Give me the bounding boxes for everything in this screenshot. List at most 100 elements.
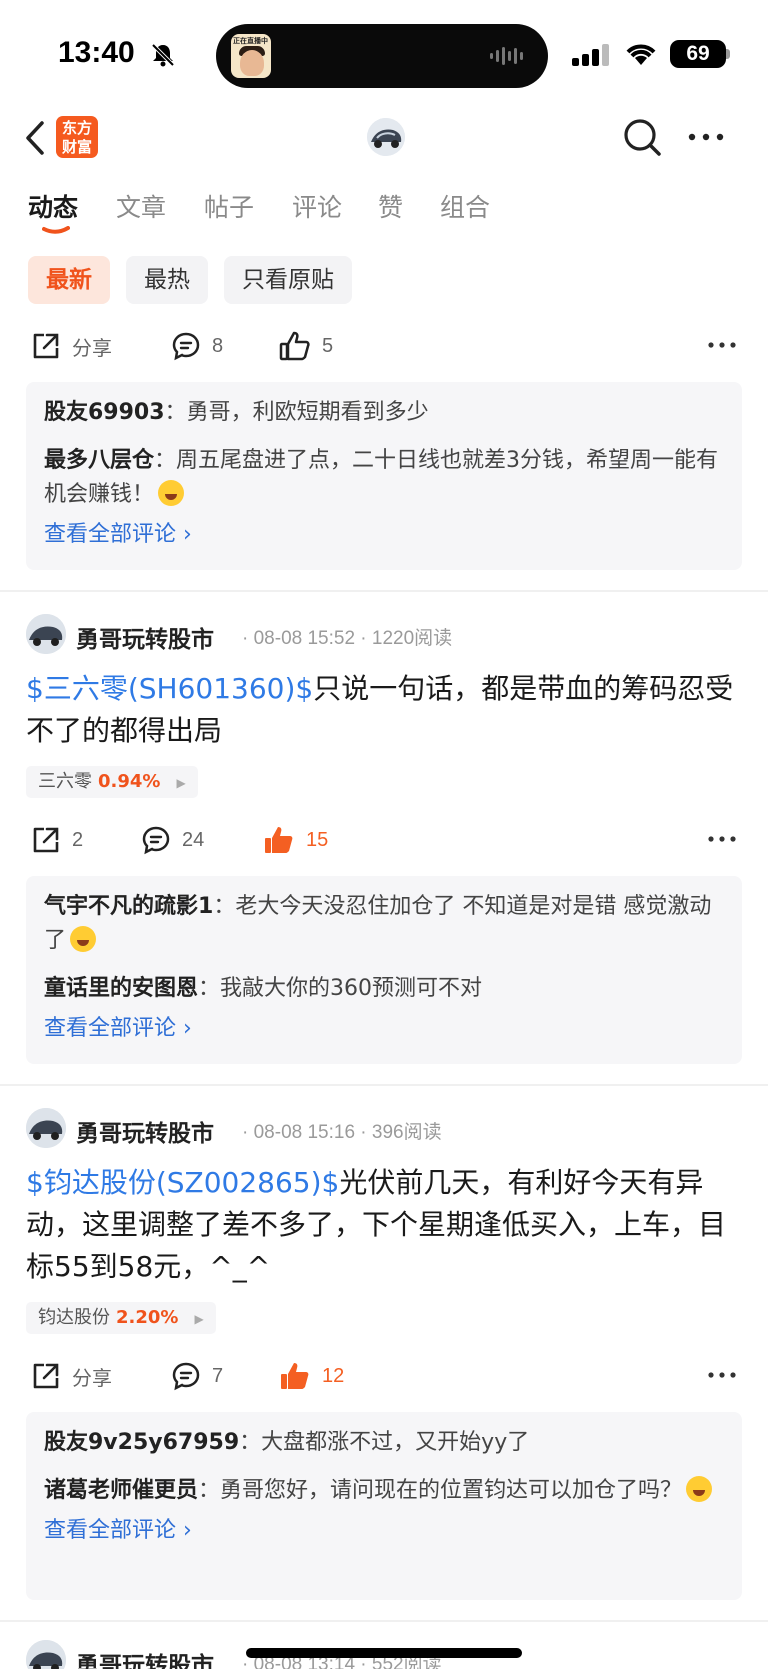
- author-avatar[interactable]: [26, 614, 66, 654]
- avatar-car-icon: [26, 614, 66, 654]
- tab-comments[interactable]: 评论: [292, 188, 342, 224]
- wifi-icon: [626, 44, 656, 65]
- comment-count: 24: [182, 828, 205, 851]
- comment-icon: [172, 1362, 200, 1391]
- stock-change: 2.20%: [116, 1307, 179, 1328]
- author-name[interactable]: 勇哥玩转股市: [76, 620, 214, 654]
- comment-item[interactable]: 童话里的安图恩：我敲大你的360预测可不对: [44, 972, 724, 1006]
- comment-button[interactable]: 8: [170, 324, 223, 368]
- filter-latest[interactable]: 最新: [28, 256, 110, 304]
- comment-item[interactable]: 股友69903：勇哥，利欧短期看到多少: [44, 396, 724, 430]
- comment-preview: 股友9v25y67959：大盘都涨不过，又开始yy了 诸葛老师催更员：勇哥您好，…: [26, 1412, 742, 1600]
- post-content[interactable]: $钧达股份(SZ002865)$光伏前几天，有利好今天有异动，这里调整了差不多了…: [26, 1162, 738, 1288]
- post-more-icon[interactable]: [708, 1372, 736, 1378]
- post-header: 勇哥玩转股市 · 08-08 15:16 · 396阅读: [26, 1108, 742, 1148]
- post-actions: 分享 8 5: [0, 324, 768, 368]
- stock-name: 钧达股份: [38, 1307, 110, 1328]
- comment-user[interactable]: 气宇不凡的疏影1: [44, 894, 213, 919]
- live-label: 正在直播中: [233, 37, 268, 45]
- comment-button[interactable]: 24: [140, 818, 204, 862]
- tab-articles[interactable]: 文章: [116, 188, 166, 224]
- divider: [0, 590, 768, 592]
- author-name[interactable]: 勇哥玩转股市: [76, 1114, 214, 1148]
- comment-item[interactable]: 股友9v25y67959：大盘都涨不过，又开始yy了: [44, 1426, 724, 1460]
- share-icon: [33, 827, 59, 853]
- thumbs-up-filled-icon: [281, 1363, 309, 1389]
- tab-portfolio[interactable]: 组合: [440, 188, 490, 224]
- home-indicator[interactable]: [246, 1648, 522, 1658]
- comment-user[interactable]: 股友9v25y67959: [44, 1430, 239, 1455]
- comment-icon: [142, 826, 170, 855]
- laugh-cry-emoji-icon: [158, 480, 185, 506]
- audio-wave-icon: [490, 47, 523, 65]
- author-name[interactable]: 勇哥玩转股市: [76, 1646, 214, 1669]
- post-content[interactable]: $三六零(SH601360)$只说一句话，都是带血的筹码忍受不了的都得出局: [26, 668, 738, 752]
- comment-user[interactable]: 最多八层仓: [44, 448, 154, 473]
- comment-count: 7: [212, 1364, 224, 1387]
- divider: [0, 1620, 768, 1622]
- stock-name: 三六零: [38, 771, 92, 792]
- filter-hot[interactable]: 最热: [126, 256, 208, 304]
- comment-text: 勇哥，利欧短期看到多少: [186, 400, 429, 425]
- search-icon[interactable]: [622, 117, 662, 157]
- status-bar: 13:40 正在直播中 69: [0, 0, 768, 110]
- back-icon[interactable]: [24, 120, 48, 156]
- comment-button[interactable]: 7: [170, 1354, 223, 1398]
- stock-link[interactable]: $三六零(SH601360)$: [26, 672, 313, 705]
- like-button[interactable]: 15: [262, 818, 328, 862]
- like-count: 15: [306, 828, 329, 851]
- like-button[interactable]: 12: [278, 1354, 344, 1398]
- view-all-comments-link[interactable]: 查看全部评论 ›: [44, 1012, 724, 1046]
- post-header: 勇哥玩转股市 · 08-08 15:52 · 1220阅读: [26, 614, 742, 654]
- post-more-icon[interactable]: [708, 836, 736, 842]
- profile-avatar[interactable]: [367, 118, 405, 156]
- post-actions: 分享 7 12: [0, 1354, 768, 1398]
- thumbs-up-icon: [279, 331, 310, 361]
- tab-active-indicator: [42, 226, 70, 234]
- live-thumbnail: 正在直播中: [231, 34, 271, 78]
- tab-dynamic[interactable]: 动态: [28, 188, 78, 224]
- tab-likes[interactable]: 赞: [378, 188, 403, 224]
- avatar-car-icon: [26, 1108, 66, 1148]
- comment-user[interactable]: 股友69903: [44, 400, 165, 425]
- share-icon: [33, 1363, 59, 1389]
- post-more-icon[interactable]: [708, 342, 736, 348]
- share-button[interactable]: 分享: [30, 1354, 112, 1398]
- tab-posts[interactable]: 帖子: [204, 188, 254, 224]
- play-arrow-icon: ▶: [176, 776, 186, 790]
- view-all-comments-link[interactable]: 查看全部评论 ›: [44, 1514, 724, 1548]
- dynamic-island[interactable]: 正在直播中: [216, 24, 548, 88]
- author-avatar[interactable]: [26, 1108, 66, 1148]
- share-label: 分享: [72, 337, 112, 360]
- tab-bar: 动态 文章 帖子 评论 赞 组合: [0, 184, 768, 234]
- view-all-comments-link[interactable]: 查看全部评论 ›: [44, 518, 724, 552]
- stock-change: 0.94%: [98, 771, 161, 792]
- comment-count: 8: [212, 334, 224, 357]
- share-label: 分享: [72, 1367, 112, 1390]
- more-icon[interactable]: [688, 133, 724, 141]
- thumbs-up-filled-icon: [265, 827, 293, 853]
- like-count: 5: [322, 334, 334, 357]
- post-actions: 2 24 15: [0, 818, 768, 862]
- author-avatar[interactable]: [26, 1640, 66, 1669]
- stock-quote-tag[interactable]: 三六零 0.94% ▶: [26, 766, 198, 798]
- top-nav: 东方 财富: [0, 108, 768, 168]
- signal-icon: [572, 44, 609, 66]
- comment-icon: [172, 332, 200, 361]
- comment-item[interactable]: 气宇不凡的疏影1：老大今天没忍住加仓了 不知道是对是错 感觉激动了: [44, 890, 724, 958]
- share-button[interactable]: 分享: [30, 324, 112, 368]
- comment-user[interactable]: 童话里的安图恩: [44, 976, 198, 1001]
- comment-user[interactable]: 诸葛老师催更员: [44, 1478, 198, 1503]
- avatar-car-icon: [26, 1640, 66, 1669]
- share-button[interactable]: 2: [30, 818, 83, 862]
- filter-original-only[interactable]: 只看原贴: [224, 256, 352, 304]
- comment-preview: 股友69903：勇哥，利欧短期看到多少 最多八层仓：周五尾盘进了点，二十日线也就…: [26, 382, 742, 570]
- stock-quote-tag[interactable]: 钧达股份 2.20% ▶: [26, 1302, 216, 1334]
- divider: [0, 1084, 768, 1086]
- app-logo[interactable]: 东方 财富: [56, 116, 98, 158]
- stock-link[interactable]: $钧达股份(SZ002865)$: [26, 1166, 339, 1199]
- comment-item[interactable]: 诸葛老师催更员：勇哥您好，请问现在的位置钧达可以加仓了吗？: [44, 1474, 724, 1508]
- like-button[interactable]: 5: [278, 324, 333, 368]
- flushed-emoji-icon: [686, 1476, 713, 1502]
- comment-item[interactable]: 最多八层仓：周五尾盘进了点，二十日线也就差3分钱，希望周一能有机会赚钱！: [44, 444, 724, 512]
